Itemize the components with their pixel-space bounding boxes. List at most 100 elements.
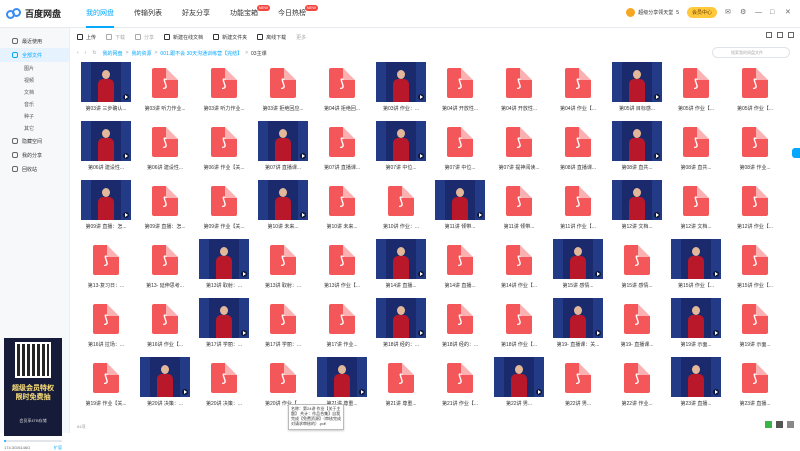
nav-tab-1[interactable]: 传输列表 bbox=[124, 0, 172, 28]
minimize-icon[interactable]: — bbox=[755, 9, 762, 16]
file-item[interactable]: ⟆ 第21讲 作业【... bbox=[430, 357, 490, 413]
file-item[interactable]: 第06讲 建设性... bbox=[76, 121, 136, 177]
file-item[interactable]: ⟆ 第19讲 作业【关... bbox=[76, 357, 136, 413]
list-view-icon[interactable] bbox=[777, 32, 783, 38]
ime-icon[interactable] bbox=[765, 421, 772, 428]
file-item[interactable]: 第10讲 未来... bbox=[253, 180, 313, 236]
nav-tab-0[interactable]: 我的网盘 bbox=[76, 0, 124, 28]
file-item[interactable]: ⟆ 第09讲 直播：怎... bbox=[135, 180, 195, 236]
file-item[interactable]: ⟆ 第04讲 开放性... bbox=[430, 62, 490, 118]
maximize-icon[interactable]: □ bbox=[770, 9, 777, 16]
sort-icon[interactable] bbox=[766, 32, 772, 38]
file-item[interactable]: 第19- 直播课：关... bbox=[548, 298, 608, 354]
file-item[interactable]: 第07讲 中位... bbox=[371, 121, 431, 177]
file-item[interactable]: ⟆ 第13讲 作业【... bbox=[312, 239, 372, 295]
file-item[interactable]: ⟆ 第12讲 文档... bbox=[666, 180, 726, 236]
file-item[interactable]: 第23讲 直播... bbox=[666, 357, 726, 413]
sidebar-item-all-files[interactable]: 全部文件 bbox=[0, 48, 69, 62]
app-logo[interactable]: 百度网盘 bbox=[6, 7, 61, 20]
file-item[interactable]: ⟆ 第09讲 作业【关... bbox=[194, 180, 254, 236]
file-item[interactable]: ⟆ 第16讲 拉场：... bbox=[76, 298, 136, 354]
file-item[interactable]: 第03讲 作业：... bbox=[371, 62, 431, 118]
file-item[interactable]: 第03讲 三步确认... bbox=[76, 62, 136, 118]
sidebar-sub-torrents[interactable]: 种子 bbox=[0, 110, 69, 122]
file-item[interactable]: ⟆ 第11讲 倾带... bbox=[489, 180, 549, 236]
expand-storage-link[interactable]: 扩容 bbox=[54, 445, 62, 451]
file-item[interactable]: 第19讲 示面... bbox=[666, 298, 726, 354]
keyboard-icon[interactable] bbox=[787, 421, 794, 428]
forward-icon[interactable]: › bbox=[85, 50, 87, 56]
file-item[interactable]: ⟆ 第17讲 作业... bbox=[312, 298, 372, 354]
file-item[interactable]: ⟆ 第15讲 作业【... bbox=[725, 239, 784, 295]
sidebar-item-recent[interactable]: 最近使用 bbox=[0, 34, 69, 48]
file-item[interactable]: ⟆ 第12讲 作业【... bbox=[725, 180, 784, 236]
mic-icon[interactable] bbox=[776, 421, 783, 428]
vip-ad-banner[interactable]: 超级会员特权 限时免费抽 会员享4TB存储 bbox=[4, 338, 62, 436]
file-item[interactable]: ⟆ 第10讲 作业：... bbox=[371, 180, 431, 236]
sidebar-sub-music[interactable]: 音乐 bbox=[0, 98, 69, 110]
file-item[interactable]: ⟆ 第15讲 感情... bbox=[607, 239, 667, 295]
file-item[interactable]: ⟆ 第16讲 作业【... bbox=[135, 298, 195, 354]
sidebar-sub-other[interactable]: 其它 bbox=[0, 122, 69, 134]
file-item[interactable]: ⟆ 第06讲 建设性... bbox=[135, 121, 195, 177]
sidebar-item-my-share[interactable]: 我的分享 bbox=[0, 148, 69, 162]
file-item[interactable]: 第14讲 直播... bbox=[371, 239, 431, 295]
file-item[interactable]: ⟆ 第22讲 男... bbox=[548, 357, 608, 413]
nav-tab-2[interactable]: 好友分享 bbox=[172, 0, 220, 28]
file-item[interactable]: ⟆ 第14讲 直播... bbox=[430, 239, 490, 295]
file-item[interactable]: ⟆ 第19- 直播课... bbox=[607, 298, 667, 354]
file-item[interactable]: ⟆ 第11讲 作业【... bbox=[548, 180, 608, 236]
file-item[interactable]: ⟆ 第04讲 作业【... bbox=[548, 62, 608, 118]
search-input[interactable]: 搜索我的网盘文件 bbox=[712, 47, 790, 58]
file-item[interactable]: ⟆ 第08讲 作业... bbox=[725, 121, 784, 177]
crumb-resources[interactable]: 我的资源 bbox=[131, 50, 151, 57]
file-item[interactable]: ⟆ 第18讲 经的：... bbox=[430, 298, 490, 354]
file-item[interactable]: ⟆ 第18讲 作业【... bbox=[489, 298, 549, 354]
upload-button[interactable]: 上传 bbox=[77, 34, 96, 41]
mail-icon[interactable]: ✉ bbox=[725, 9, 732, 16]
file-item[interactable]: 第22讲 男... bbox=[489, 357, 549, 413]
file-item[interactable]: ⟆ 第13-复习日：... bbox=[76, 239, 136, 295]
file-item[interactable]: ⟆ 第04讲 开放性... bbox=[489, 62, 549, 118]
new-folder-button[interactable]: 新建文件夹 bbox=[213, 34, 247, 41]
file-item[interactable]: ⟆ 第13讲 取射：... bbox=[253, 239, 313, 295]
file-item[interactable]: ⟆ 第03讲 听力作业... bbox=[194, 62, 254, 118]
vip-center-button[interactable]: 会员中心 bbox=[686, 7, 717, 18]
close-icon[interactable]: ✕ bbox=[785, 9, 792, 16]
share-button[interactable]: 分享 bbox=[135, 34, 154, 41]
file-item[interactable]: 第13讲 取射：... bbox=[194, 239, 254, 295]
file-item[interactable]: ⟆ 第03讲 听力作业... bbox=[135, 62, 195, 118]
file-item[interactable]: ⟆ 第20讲 决策：... bbox=[194, 357, 254, 413]
file-item[interactable]: ⟆ 第17讲 学丽：... bbox=[253, 298, 313, 354]
crumb-root[interactable]: 我的网盘 bbox=[103, 50, 123, 57]
file-item[interactable]: ⟆ 第22讲 作业... bbox=[607, 357, 667, 413]
file-item[interactable]: ⟆ 第08讲 直播课... bbox=[548, 121, 608, 177]
file-item[interactable]: ⟆ 第23讲 直播... bbox=[725, 357, 784, 413]
file-item[interactable]: ⟆ 第05讲 作业【... bbox=[666, 62, 726, 118]
file-item[interactable]: 第09讲 直播：怎... bbox=[76, 180, 136, 236]
file-item[interactable]: ⟆ 第21讲 尊重... bbox=[371, 357, 431, 413]
file-item[interactable]: ⟆ 第07讲 提神阅读... bbox=[489, 121, 549, 177]
file-item[interactable]: ⟆ 第06讲 作业【关... bbox=[194, 121, 254, 177]
file-item[interactable]: 第08讲 直共... bbox=[607, 121, 667, 177]
file-item[interactable]: 第07讲 直播课... bbox=[253, 121, 313, 177]
file-item[interactable]: 第15讲 感情... bbox=[548, 239, 608, 295]
grid-view-icon[interactable] bbox=[788, 32, 794, 38]
file-item[interactable]: ⟆ 第10讲 未来... bbox=[312, 180, 372, 236]
file-item[interactable]: 第12讲 文档... bbox=[607, 180, 667, 236]
file-item[interactable]: ⟆ 第03讲 拒绝回应... bbox=[253, 62, 313, 118]
file-item[interactable]: 第15讲 作业【... bbox=[666, 239, 726, 295]
file-item[interactable]: 第05讲 目标感... bbox=[607, 62, 667, 118]
file-item[interactable]: ⟆ 第19讲 示面... bbox=[725, 298, 784, 354]
file-item[interactable]: ⟆ 第05讲 作业【... bbox=[725, 62, 784, 118]
nav-tab-3[interactable]: 功能宝箱 NEW bbox=[220, 0, 270, 28]
back-icon[interactable]: ‹ bbox=[77, 50, 79, 56]
sidebar-sub-videos[interactable]: 视频 bbox=[0, 74, 69, 86]
new-doc-button[interactable]: 新建在线文档 bbox=[164, 34, 203, 41]
sidebar-item-hidden-space[interactable]: 隐藏空间 bbox=[0, 134, 69, 148]
file-item[interactable]: 第20讲 决策：... bbox=[135, 357, 195, 413]
file-item[interactable]: ⟆ 第07讲 中位... bbox=[430, 121, 490, 177]
file-item[interactable]: 第17讲 学丽：... bbox=[194, 298, 254, 354]
crumb-course[interactable]: 001.跟不会 30天沟通训练营【完结】 bbox=[160, 50, 242, 57]
file-item[interactable]: ⟆ 第08讲 直共... bbox=[666, 121, 726, 177]
